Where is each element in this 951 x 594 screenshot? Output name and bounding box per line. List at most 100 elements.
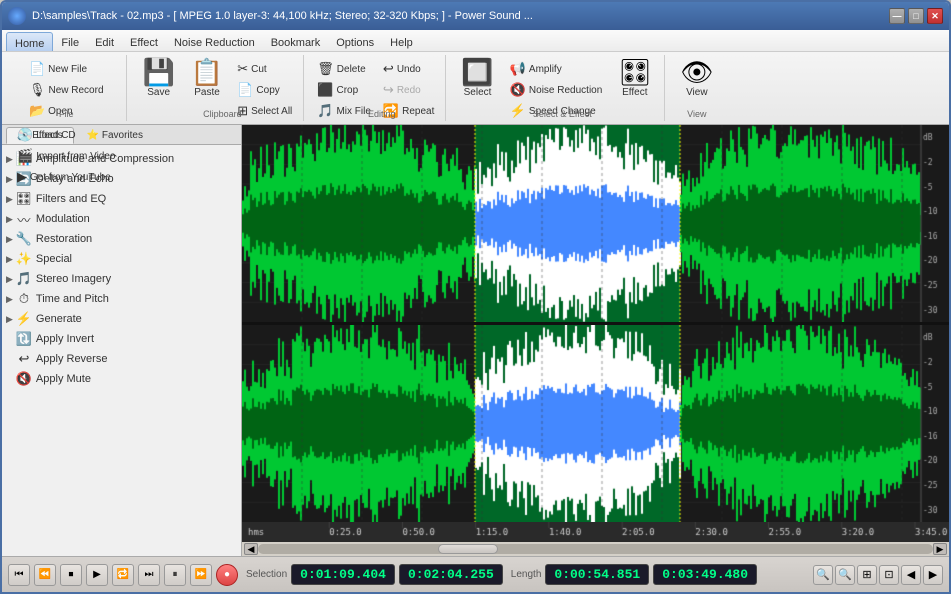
effect-modulation[interactable]: ▶ 〰 Modulation <box>2 209 241 229</box>
waveform-top-canvas[interactable] <box>242 125 949 322</box>
get-youtube-button[interactable]: ▶ Get from YouTube <box>12 167 120 187</box>
special-label: Special <box>36 253 72 265</box>
stop-button[interactable]: ⏹ <box>60 564 82 586</box>
toolbar: 📄 New File 🎙 New Record 📂 Open 💿 <box>2 52 949 124</box>
effect-button[interactable]: 🎛 Effect <box>611 55 658 102</box>
waveform-bottom-canvas[interactable] <box>242 325 949 522</box>
title-bar: D:\samples\Track - 02.mp3 - [ MPEG 1.0 l… <box>2 2 949 30</box>
crop-button[interactable]: ⬛ Crop <box>312 80 376 100</box>
undo-icon: ↩ <box>383 61 394 77</box>
effect-filters[interactable]: ▶ 🎛 Filters and EQ <box>2 189 241 209</box>
modulation-label: Modulation <box>36 213 90 225</box>
invert-icon: 🔃 <box>16 331 32 347</box>
menu-help[interactable]: Help <box>382 32 421 51</box>
record-button[interactable]: ● <box>216 564 238 586</box>
restoration-icon: 🔧 <box>16 231 32 247</box>
effect-stereo[interactable]: ▶ 🎵 Stereo Imagery <box>2 269 241 289</box>
waveform-area: ◀ ▶ <box>242 125 949 556</box>
scroll-left-arrow[interactable]: ◀ <box>244 543 258 555</box>
toolbar-clipboard-group: 💾 Save 📋 Paste ✂ Cut 📄 <box>129 55 304 121</box>
delete-button[interactable]: 🗑 Delete <box>312 59 376 79</box>
file-group-label: File <box>6 109 126 119</box>
save-button[interactable]: 💾 Save <box>135 55 181 102</box>
length-display: 0:00:54.851 <box>545 564 649 585</box>
restoration-label: Restoration <box>36 233 92 245</box>
load-cd-icon: 💿 <box>17 127 33 143</box>
mute-icon: 🔇 <box>16 371 32 387</box>
window-controls: — □ ✕ <box>889 8 943 24</box>
waveform-top[interactable] <box>242 125 949 322</box>
window-title: D:\samples\Track - 02.mp3 - [ MPEG 1.0 l… <box>32 10 889 22</box>
rewind-button[interactable]: ⏪ <box>34 564 56 586</box>
new-record-button[interactable]: 🎙 New Record <box>24 80 109 100</box>
scroll-thumb[interactable] <box>438 544 498 554</box>
noise-reduction-button[interactable]: 🔇 Noise Reduction <box>505 80 608 100</box>
toolbar-select-effect-group: 🔲 Select 📢 Amplify 🔇 Noise Reduction ⚡ <box>448 55 665 121</box>
menu-effect[interactable]: Effect <box>122 32 166 51</box>
new-file-button[interactable]: 📄 New File <box>24 59 109 79</box>
effect-special[interactable]: ▶ ✨ Special <box>2 249 241 269</box>
zoom-scroll-right[interactable]: ▶ <box>923 565 943 585</box>
zoom-sel-button[interactable]: ⊡ <box>879 565 899 585</box>
zoom-out-button[interactable]: 🔍 <box>835 565 855 585</box>
apply-mute-label: Apply Mute <box>36 373 91 385</box>
waveforms-container <box>242 125 949 522</box>
minimize-button[interactable]: — <box>889 8 905 24</box>
redo-button[interactable]: ↪ Redo <box>378 80 439 100</box>
cut-button[interactable]: ✂ Cut <box>232 59 297 79</box>
ribbon: Home File Edit Effect Noise Reduction Bo… <box>2 30 949 125</box>
amplify-button[interactable]: 📢 Amplify <box>505 59 608 79</box>
chevron-icon: ▶ <box>6 194 13 205</box>
effect-time-pitch[interactable]: ▶ ⏱ Time and Pitch <box>2 289 241 309</box>
fast-fwd-button[interactable]: ⏩ <box>190 564 212 586</box>
select-button[interactable]: 🔲 Select <box>454 55 500 102</box>
menu-edit[interactable]: Edit <box>87 32 122 51</box>
close-button[interactable]: ✕ <box>927 8 943 24</box>
menu-options[interactable]: Options <box>328 32 382 51</box>
effect-apply-mute[interactable]: ▶ 🔇 Apply Mute <box>2 369 241 389</box>
zoom-in-button[interactable]: 🔍 <box>813 565 833 585</box>
selection-end-display: 0:02:04.255 <box>399 564 503 585</box>
cut-icon: ✂ <box>237 61 248 77</box>
effect-icon: 🎛 <box>618 59 651 85</box>
chevron-icon: ▶ <box>6 294 13 305</box>
toolbar-file-group: 📄 New File 🎙 New Record 📂 Open 💿 <box>6 55 127 121</box>
copy-button[interactable]: 📄 Copy <box>232 80 297 100</box>
maximize-button[interactable]: □ <box>908 8 924 24</box>
horizontal-scrollbar[interactable]: ◀ ▶ <box>242 542 949 556</box>
zoom-fit-button[interactable]: ⊞ <box>857 565 877 585</box>
file-buttons-2: 💿 Load CD 🎬 Import from Video ▶ Get from… <box>12 121 120 187</box>
effect-generate[interactable]: ▶ ⚡ Generate <box>2 309 241 329</box>
clipboard-group-label: Clipboard <box>135 109 309 119</box>
app-logo <box>8 7 26 25</box>
menu-noise-reduction[interactable]: Noise Reduction <box>166 32 263 51</box>
paste-button[interactable]: 📋 Paste <box>184 55 230 102</box>
toolbar-view-group: 👁 View View <box>667 55 726 121</box>
total-display: 0:03:49.480 <box>653 564 757 585</box>
crop-icon: ⬛ <box>317 82 333 98</box>
effect-apply-invert[interactable]: ▶ 🔃 Apply Invert <box>2 329 241 349</box>
view-button[interactable]: 👁 View <box>673 55 720 102</box>
scroll-track[interactable] <box>258 544 933 554</box>
effect-restoration[interactable]: ▶ 🔧 Restoration <box>2 229 241 249</box>
play-button[interactable]: ▶ <box>86 564 108 586</box>
filters-label: Filters and EQ <box>36 193 106 205</box>
waveform-bottom[interactable] <box>242 325 949 522</box>
pause-button[interactable]: ⏸ <box>164 564 186 586</box>
skip-fwd-button[interactable]: ⏭ <box>138 564 160 586</box>
selection-label: Selection <box>246 569 287 580</box>
menu-bookmark[interactable]: Bookmark <box>263 32 329 51</box>
import-video-button[interactable]: 🎬 Import from Video <box>12 146 120 166</box>
stereo-label: Stereo Imagery <box>36 273 111 285</box>
menu-home[interactable]: Home <box>6 32 53 51</box>
undo-button[interactable]: ↩ Undo <box>378 59 439 79</box>
load-cd-button[interactable]: 💿 Load CD <box>12 125 120 145</box>
zoom-scroll-left[interactable]: ◀ <box>901 565 921 585</box>
skip-back-button[interactable]: ⏮ <box>8 564 30 586</box>
loop-button[interactable]: 🔁 <box>112 564 134 586</box>
editing-group-label: Editing <box>312 109 451 119</box>
menu-file[interactable]: File <box>53 32 87 51</box>
effects-list: ▶ 📊 Amplitude and Compression ▶ 🔄 Delay … <box>2 145 241 556</box>
scroll-right-arrow[interactable]: ▶ <box>933 543 947 555</box>
effect-apply-reverse[interactable]: ▶ ↩ Apply Reverse <box>2 349 241 369</box>
